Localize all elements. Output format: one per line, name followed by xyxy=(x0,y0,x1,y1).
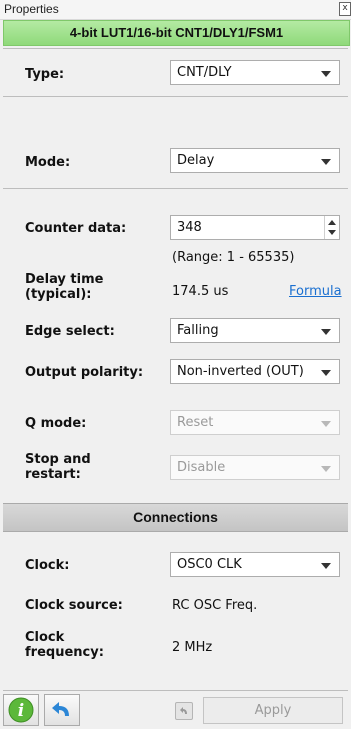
spin-buttons[interactable] xyxy=(324,216,339,239)
undo-button[interactable] xyxy=(44,694,80,726)
footer-toolbar: i Apply xyxy=(3,690,348,728)
connections-header: Connections xyxy=(3,503,348,532)
output-polarity-select[interactable]: Non-inverted (OUT) xyxy=(170,359,340,384)
q-mode-value: Reset xyxy=(177,415,214,430)
clock-label: Clock: xyxy=(25,558,70,573)
divider xyxy=(3,48,348,49)
stop-restart-label-1: Stop and xyxy=(25,452,91,467)
type-select-value: CNT/DLY xyxy=(177,65,232,80)
window-title: Properties xyxy=(4,2,59,16)
info-button[interactable]: i xyxy=(3,694,39,726)
mode-select-value: Delay xyxy=(177,153,215,168)
stop-restart-value: Disable xyxy=(177,460,226,475)
type-label: Type: xyxy=(25,67,65,82)
block-title: 4-bit LUT1/16-bit CNT1/DLY1/FSM1 xyxy=(3,20,350,46)
clock-select-value: OSC0 CLK xyxy=(177,557,242,572)
apply-button[interactable]: Apply xyxy=(203,697,343,724)
undo-icon xyxy=(52,702,69,716)
chevron-down-icon xyxy=(321,329,331,335)
counter-data-value: 348 xyxy=(177,220,202,235)
svg-text:i: i xyxy=(18,701,24,721)
chevron-down-icon xyxy=(321,159,331,165)
counter-range-text: (Range: 1 - 65535) xyxy=(172,250,295,265)
edge-select-label: Edge select: xyxy=(25,324,115,339)
spin-down-icon[interactable] xyxy=(328,230,336,235)
clock-frequency-value: 2 MHz xyxy=(172,640,213,655)
chevron-down-icon xyxy=(321,370,331,376)
clock-frequency-label-2: frequency: xyxy=(25,645,104,660)
q-mode-label: Q mode: xyxy=(25,416,87,431)
divider xyxy=(3,188,348,189)
chevron-down-icon xyxy=(321,71,331,77)
chevron-down-icon xyxy=(321,466,331,472)
formula-link[interactable]: Formula xyxy=(289,284,342,299)
chevron-down-icon xyxy=(321,563,331,569)
info-icon: i xyxy=(8,697,34,723)
stop-restart-label-2: restart: xyxy=(25,467,81,482)
counter-data-spinbox[interactable]: 348 xyxy=(170,215,340,240)
q-mode-select[interactable]: Reset xyxy=(170,410,340,435)
delay-time-value: 174.5 us xyxy=(172,284,229,299)
chevron-down-icon xyxy=(321,421,331,427)
stop-restart-select[interactable]: Disable xyxy=(170,455,340,480)
clock-source-label: Clock source: xyxy=(25,598,123,613)
delay-time-label-1: Delay time xyxy=(25,272,104,287)
output-polarity-label: Output polarity: xyxy=(25,365,144,380)
spin-up-icon[interactable] xyxy=(328,220,336,225)
mode-select[interactable]: Delay xyxy=(170,148,340,173)
mode-label: Mode: xyxy=(25,155,71,170)
close-icon[interactable]: x xyxy=(339,2,351,16)
clock-frequency-label-1: Clock xyxy=(25,630,65,645)
edge-select[interactable]: Falling xyxy=(170,318,340,343)
reset-icon[interactable] xyxy=(175,702,193,720)
output-polarity-value: Non-inverted (OUT) xyxy=(177,364,304,379)
clock-select[interactable]: OSC0 CLK xyxy=(170,552,340,577)
delay-time-label-2: (typical): xyxy=(25,287,92,302)
edge-select-value: Falling xyxy=(177,323,219,338)
type-select[interactable]: CNT/DLY xyxy=(170,60,340,85)
counter-data-label: Counter data: xyxy=(25,221,127,236)
window-titlebar: Properties x xyxy=(0,0,351,20)
divider xyxy=(3,96,348,97)
clock-source-value: RC OSC Freq. xyxy=(172,598,258,613)
